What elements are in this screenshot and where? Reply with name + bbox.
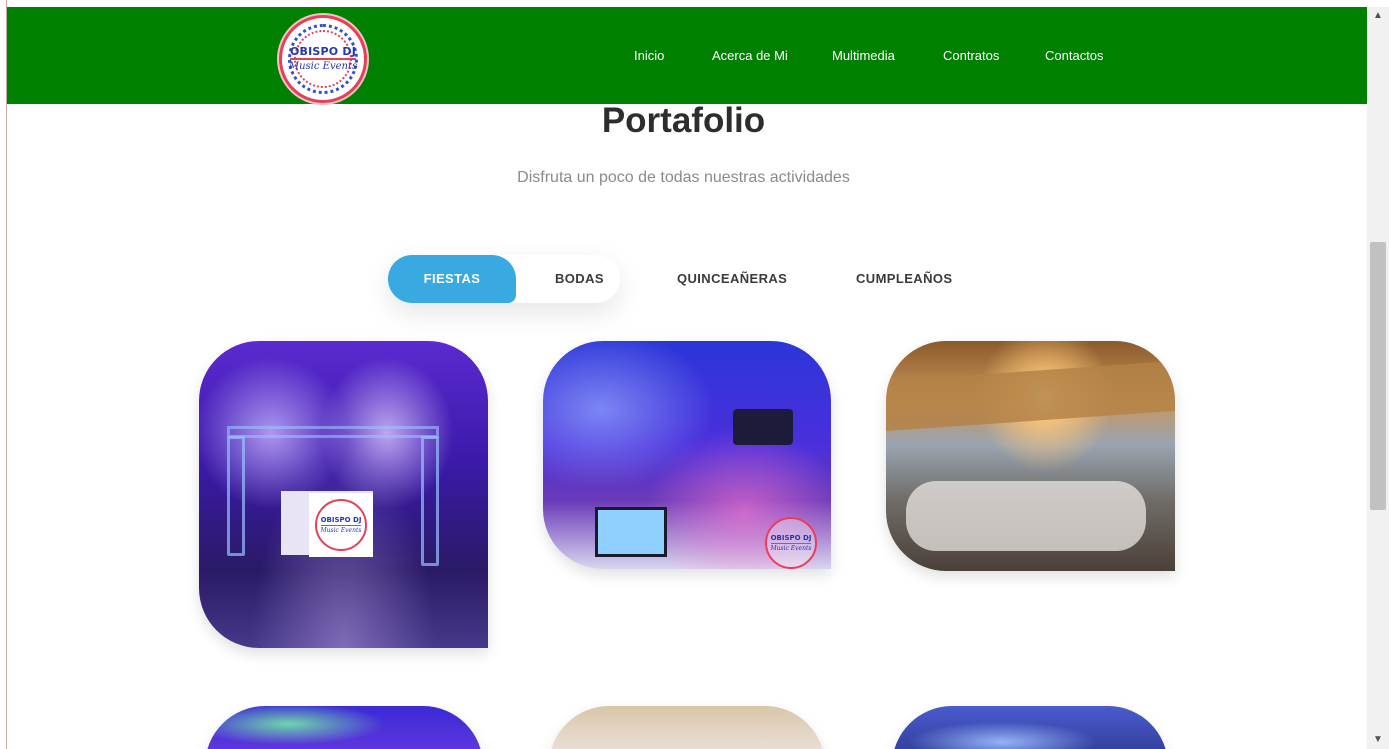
light-truss xyxy=(421,436,439,566)
gallery-item-decorated-venue[interactable] xyxy=(549,706,825,749)
logo-text-primary: OBISPO DJ xyxy=(289,45,357,60)
booth-logo-text-primary: OBISPO DJ xyxy=(320,515,362,526)
booth-logo: OBISPO DJ Music Events xyxy=(309,493,373,557)
logo-text-secondary: Music Events xyxy=(288,61,358,72)
nav-link-contactos[interactable]: Contactos xyxy=(1045,48,1104,63)
nav-link-contratos[interactable]: Contratos xyxy=(943,48,999,63)
window-top-edge xyxy=(0,0,1389,7)
portfolio-title: Portafolio xyxy=(601,101,766,140)
nav-link-acerca-de-mi[interactable]: Acerca de Mi xyxy=(712,48,788,63)
filter-fiestas[interactable]: FIESTAS xyxy=(388,255,516,303)
scrollbar-thumb[interactable] xyxy=(1370,242,1386,510)
banquet-tables xyxy=(906,481,1146,551)
gallery-item-laser-show[interactable] xyxy=(205,706,483,749)
gallery-item-stage-lights[interactable] xyxy=(892,706,1168,749)
light-truss xyxy=(227,436,245,556)
gallery-item-dj-booth[interactable]: OBISPO DJ Music Events xyxy=(199,341,488,648)
filter-cumpleanos[interactable]: CUMPLEAÑOS xyxy=(856,255,952,303)
watermark-logo-text-primary: OBISPO DJ xyxy=(770,533,812,544)
top-navbar: OBISPO DJ Music Events Inicio Acerca de … xyxy=(7,7,1367,104)
portfolio-subtitle: Disfruta un poco de todas nuestras activ… xyxy=(517,169,850,186)
dj-laptop xyxy=(595,507,667,557)
filter-bodas[interactable]: BODAS xyxy=(555,255,604,303)
chevron-down-icon[interactable]: ▼ xyxy=(1371,733,1385,747)
page-scrollbar[interactable]: ▲ ▼ xyxy=(1367,7,1389,749)
light-truss xyxy=(227,426,439,438)
filter-quinceaneras[interactable]: QUINCEAÑERAS xyxy=(677,255,787,303)
nav-link-multimedia[interactable]: Multimedia xyxy=(832,48,895,63)
booth-logo-text-secondary: Music Events xyxy=(320,526,362,534)
nav-link-inicio[interactable]: Inicio xyxy=(634,48,664,63)
terrace-awning xyxy=(886,360,1175,432)
watermark-logo-circle: OBISPO DJ Music Events xyxy=(765,517,817,569)
watermark-logo-text-secondary: Music Events xyxy=(770,544,812,552)
chevron-up-icon[interactable]: ▲ xyxy=(1371,9,1385,23)
hanging-speaker xyxy=(733,409,793,445)
site-logo[interactable]: OBISPO DJ Music Events xyxy=(279,15,367,103)
gallery-item-sunset-terrace[interactable] xyxy=(886,341,1175,571)
watermark-logo: OBISPO DJ Music Events xyxy=(761,517,821,569)
gallery-item-banquet-hall[interactable]: OBISPO DJ Music Events xyxy=(543,341,831,569)
booth-logo-circle: OBISPO DJ Music Events xyxy=(315,499,367,551)
